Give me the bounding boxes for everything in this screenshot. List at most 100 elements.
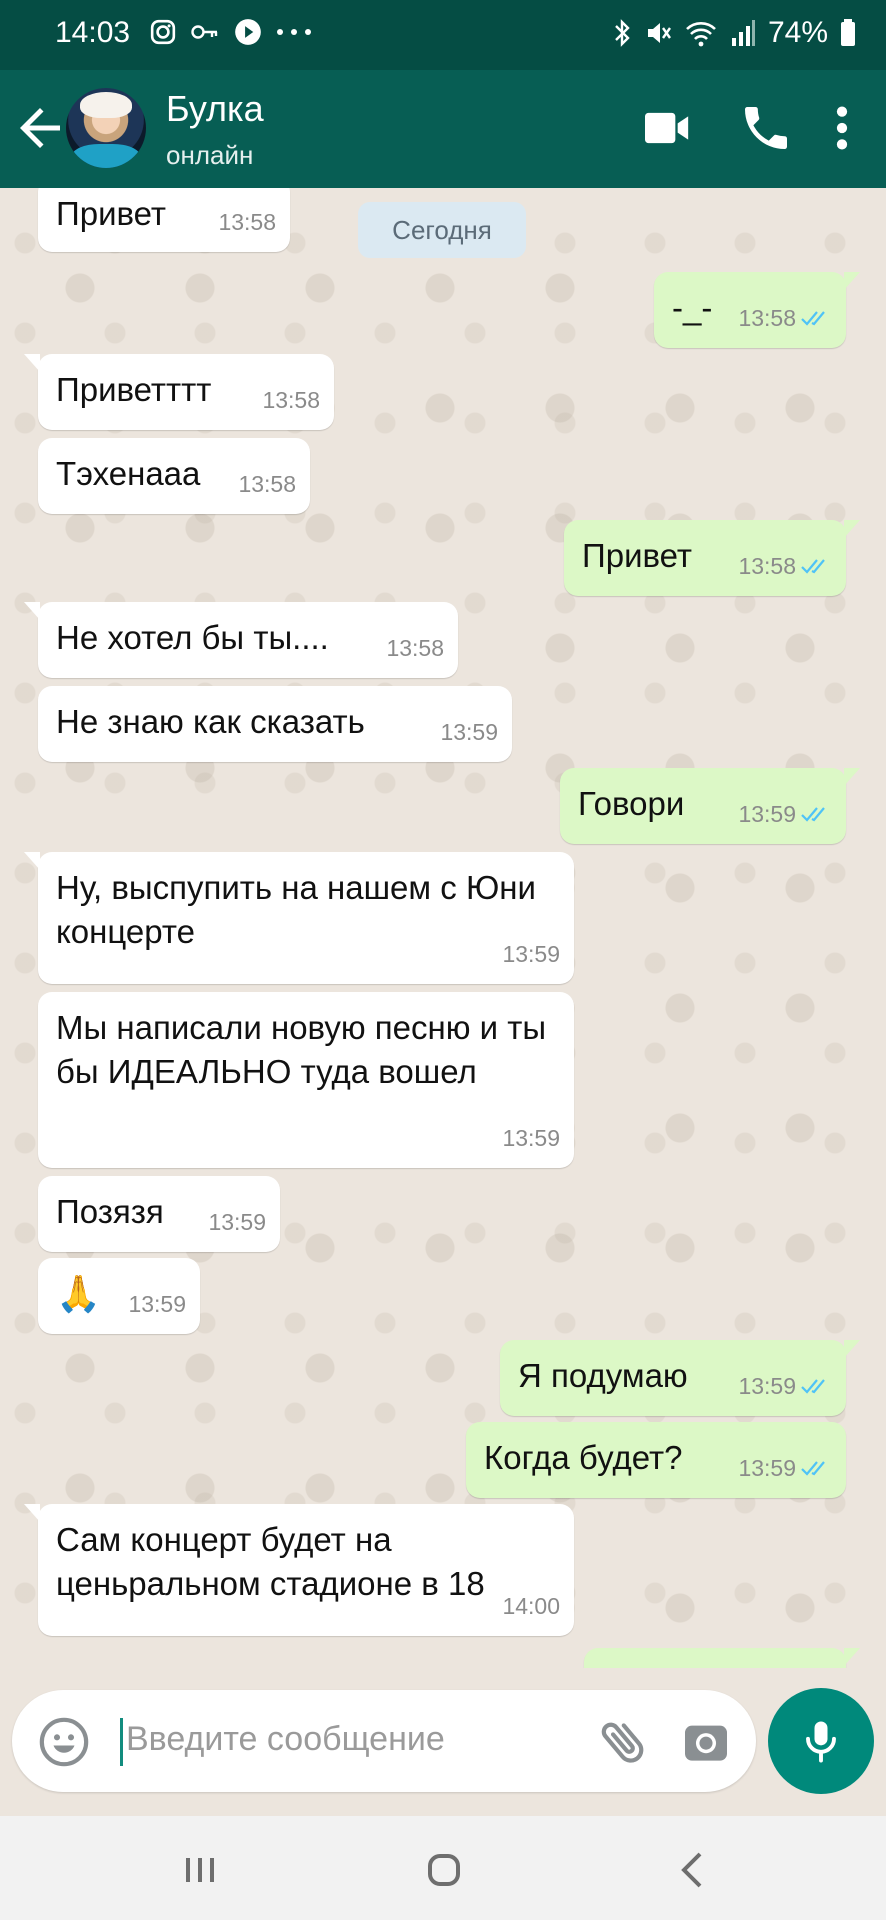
text-cursor — [120, 1718, 123, 1766]
message-time: 13:59 — [738, 1373, 796, 1399]
message-time: 13:59 — [128, 1291, 186, 1317]
message-outgoing-partial[interactable] — [584, 1648, 860, 1668]
message-incoming[interactable]: Сам концерт будет на ценьральном стадион… — [24, 1504, 574, 1636]
attach-button[interactable] — [596, 1714, 652, 1770]
message-time: 13:58 — [738, 305, 796, 331]
message-meta: 13:58 — [262, 378, 320, 422]
status-time: 14:03 — [55, 16, 131, 49]
message-meta: 13:58 — [386, 626, 444, 670]
message-text: Приветттт — [56, 371, 212, 408]
mic-icon — [806, 1721, 836, 1763]
message-input[interactable]: Введите сообщение — [126, 1720, 445, 1759]
message-time: 13:58 — [238, 471, 296, 497]
message-incoming[interactable]: Не хотел бы ты.... 13:58 — [24, 602, 458, 678]
signal-icon — [731, 20, 755, 46]
read-ticks-icon — [801, 1461, 825, 1476]
message-time: 13:59 — [738, 801, 796, 827]
message-text: Мы написали новую песню и ты бы ИДЕАЛЬНО… — [56, 1009, 547, 1090]
home-button[interactable] — [420, 1846, 468, 1894]
recent-apps-icon — [186, 1858, 214, 1882]
message-time: 13:59 — [502, 1125, 560, 1151]
message-time: 13:59 — [738, 1455, 796, 1481]
status-bar: 14:03 74% — [0, 0, 886, 70]
message-meta: 13:59 — [440, 710, 498, 754]
message-meta: 13:59 — [502, 932, 560, 976]
bluetooth-icon — [615, 19, 630, 47]
battery-icon — [841, 19, 855, 46]
system-back-button[interactable] — [670, 1846, 718, 1894]
read-ticks-icon — [801, 1379, 825, 1394]
message-text: Когда будет? — [484, 1439, 683, 1476]
message-text: Не хотел бы ты.... — [56, 619, 329, 656]
camera-icon — [685, 1725, 727, 1761]
contact-name[interactable]: Булка — [166, 88, 264, 130]
message-time: 14:00 — [502, 1593, 560, 1619]
voice-message-button[interactable] — [768, 1688, 874, 1794]
message-outgoing[interactable]: Говори 13:59 — [560, 768, 860, 844]
system-navigation-bar — [0, 1816, 886, 1920]
message-incoming[interactable]: Не знаю как сказать 13:59 — [38, 686, 512, 762]
key-icon — [191, 25, 218, 39]
instagram-icon — [150, 19, 176, 45]
wifi-icon — [686, 22, 716, 47]
message-incoming[interactable]: Мы написали новую песню и ты бы ИДЕАЛЬНО… — [38, 992, 574, 1168]
message-time: 13:59 — [440, 719, 498, 745]
message-meta: 13:59 — [738, 1364, 832, 1408]
chat-header: Булка онлайн — [0, 70, 886, 188]
recent-apps-button[interactable] — [176, 1846, 224, 1894]
message-meta: 13:58 — [738, 296, 832, 340]
message-incoming[interactable]: Ну, выспупить на нашем с Юни концерте 13… — [24, 852, 574, 984]
play-icon — [235, 19, 261, 45]
status-notification-icons — [150, 18, 312, 46]
message-outgoing[interactable]: -_- 13:58 — [654, 272, 860, 348]
message-meta: 13:58 — [218, 200, 276, 244]
voice-call-button[interactable] — [738, 100, 794, 156]
home-icon — [428, 1854, 460, 1886]
message-time: 13:59 — [208, 1209, 266, 1235]
message-text: Я подумаю — [518, 1357, 688, 1394]
more-vert-icon — [836, 106, 848, 150]
message-time: 13:58 — [218, 209, 276, 235]
attach-icon — [601, 1722, 644, 1763]
chevron-left-icon — [681, 1852, 702, 1888]
contact-status: онлайн — [166, 140, 254, 170]
message-text: Ну, выспупить на нашем с Юни концерте — [56, 869, 536, 950]
message-outgoing[interactable]: Я подумаю 13:59 — [500, 1340, 860, 1416]
message-incoming[interactable]: Привет 13:58 — [38, 188, 290, 252]
message-incoming[interactable]: 🙏 13:59 — [38, 1258, 200, 1334]
message-incoming[interactable]: Тэхенааа 13:58 — [38, 438, 310, 514]
message-incoming[interactable]: Приветттт 13:58 — [24, 354, 334, 430]
message-time: 13:58 — [262, 387, 320, 413]
message-meta: 13:58 — [238, 462, 296, 506]
message-input-bar: Введите сообщение — [12, 1690, 756, 1792]
avatar-shirt — [72, 144, 140, 168]
message-meta: 13:59 — [208, 1200, 266, 1244]
message-time: 13:58 — [386, 635, 444, 661]
message-outgoing[interactable]: Когда будет? 13:59 — [466, 1422, 846, 1498]
back-button[interactable] — [10, 98, 70, 158]
contact-avatar[interactable] — [66, 88, 146, 168]
voice-call-icon — [745, 107, 787, 149]
message-text: Сам концерт будет на ценьральном стадион… — [56, 1521, 485, 1602]
message-list[interactable]: Сегодня Привет 13:58 -_- 13:58 Приветттт… — [0, 188, 886, 1668]
message-incoming[interactable]: Позязя 13:59 — [38, 1176, 280, 1252]
video-call-button[interactable] — [638, 100, 694, 156]
message-meta: 14:00 — [502, 1584, 560, 1628]
more-notifications-icon — [277, 29, 311, 35]
message-text: Привет — [56, 195, 167, 232]
camera-button[interactable] — [678, 1714, 734, 1770]
message-text: Говори — [578, 785, 685, 822]
avatar-hair — [80, 92, 132, 118]
message-meta: 13:59 — [502, 1116, 560, 1160]
date-separator: Сегодня — [358, 202, 526, 258]
message-time: 13:59 — [502, 941, 560, 967]
more-options-button[interactable] — [820, 100, 864, 156]
emoji-button[interactable] — [36, 1714, 92, 1770]
message-text: Не знаю как сказать — [56, 703, 365, 740]
message-meta: 13:58 — [738, 544, 832, 588]
message-outgoing[interactable]: Привет 13:58 — [564, 520, 860, 596]
message-meta: 13:59 — [128, 1282, 186, 1326]
back-arrow-icon — [20, 108, 60, 148]
message-meta: 13:59 — [738, 1446, 832, 1490]
message-text: Тэхенааа — [56, 455, 201, 492]
